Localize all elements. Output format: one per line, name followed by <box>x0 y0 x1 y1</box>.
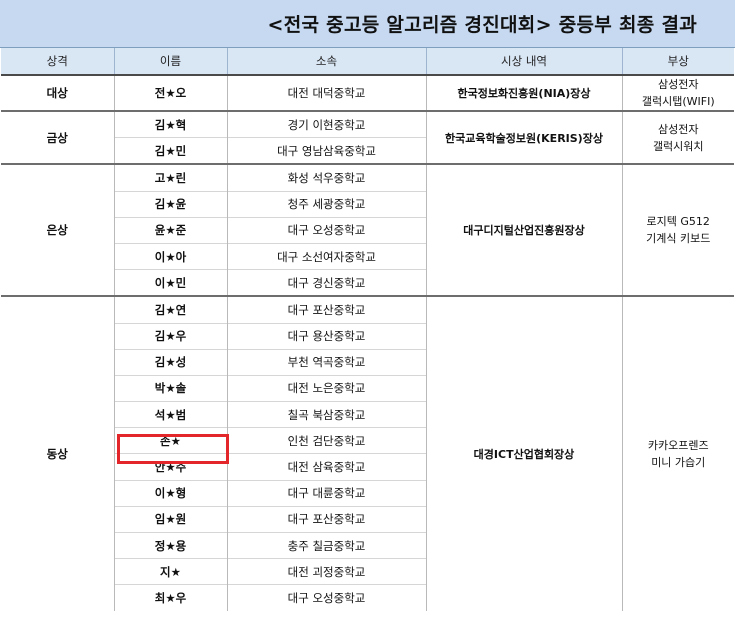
gift-line: 삼성전자 <box>658 122 699 136</box>
name-cell: 지★ <box>113 558 227 585</box>
table-header-row: 상격 이름 소속 시상 내역 부상 <box>1 48 734 76</box>
header-school: 소속 <box>226 48 426 76</box>
header-gift: 부상 <box>621 48 734 76</box>
school-cell: 대전 노은중학교 <box>226 374 426 402</box>
school-cell: 대전 삼육중학교 <box>226 453 426 481</box>
name-cell: 김★연 <box>113 295 227 323</box>
name-cell: 이★민 <box>113 269 227 297</box>
name-cell: 김★윤 <box>113 190 227 218</box>
gift-line: 기계식 키보드 <box>646 232 711 246</box>
school-cell: 대구 영남삼육중학교 <box>226 137 426 165</box>
table-row: 금상 김★혁 경기 이현중학교 한국교육학술정보원(KERIS)장상 삼성전자 갤럭시워치 <box>1 109 734 165</box>
prize-cell: 동상 <box>1 295 114 611</box>
school-cell: 대구 오성중학교 <box>226 216 426 244</box>
table-row: 대상 전★오 대전 대덕중학교 한국정보화진흥원(NIA)장상 삼성전자 갤럭시탭(WIF… <box>1 74 734 111</box>
school-cell: 청주 세광중학교 <box>226 190 426 218</box>
prize-cell: 은상 <box>1 163 114 297</box>
school-cell: 화성 석우중학교 <box>226 163 426 192</box>
table-row: 동상 김★연 대구 포산중학교 대경ICT산업협회장상 카카오프렌즈 미니 가습기 <box>1 295 734 611</box>
school-cell: 충주 칠금중학교 <box>226 531 426 559</box>
header-prize: 상격 <box>1 48 114 76</box>
school-cell: 대전 괴정중학교 <box>226 558 426 585</box>
gift-line: 로지텍 G512 <box>646 215 710 229</box>
school-cell: 대전 대덕중학교 <box>226 74 426 111</box>
award-cell: 대구디지털산업진흥원장상 <box>425 163 622 297</box>
award-cell: 한국정보화진흥원(NIA)장상 <box>425 74 622 111</box>
results-table: 상격 이름 소속 시상 내역 부상 대상 전★오 대전 대덕중학교 한국정보화진흥원(… <box>1 48 734 611</box>
name-cell: 임★원 <box>113 505 227 533</box>
name-cell: 김★혁 <box>113 110 227 138</box>
name-cell: 이★형 <box>113 479 227 507</box>
table-body: 대상 전★오 대전 대덕중학교 한국정보화진흥원(NIA)장상 삼성전자 갤럭시탭(WIF… <box>1 74 734 611</box>
school-cell: 대구 용산중학교 <box>226 322 426 350</box>
school-cell: 대구 포산중학교 <box>226 505 426 533</box>
gift-line: 갤럭시워치 <box>652 139 704 153</box>
prize-cell: 금상 <box>1 109 114 165</box>
gift-line: 갤럭시탭(WIFI) <box>641 95 715 108</box>
school-cell: 대구 소선여자중학교 <box>226 242 426 270</box>
award-cell: 대경ICT산업협회장상 <box>425 295 622 611</box>
school-cell: 대구 오성중학교 <box>226 584 426 611</box>
name-cell-highlighted: 손★ <box>113 427 227 454</box>
gift-cell: 로지텍 G512 기계식 키보드 <box>621 163 734 297</box>
title-bar: <전국 중고등 알고리즘 경진대회> 중등부 최종 결과 <box>0 0 735 48</box>
school-cell: 대구 경신중학교 <box>226 269 426 297</box>
name-cell: 최★우 <box>113 584 227 611</box>
name-cell: 김★우 <box>113 322 227 350</box>
gift-cell: 삼성전자갤럭시워치 <box>621 109 734 165</box>
gift-cell: 삼성전자갤럭시탭(WIFI) <box>621 74 734 111</box>
gift-line: 카카오프렌즈 <box>647 438 709 452</box>
name-cell: 박★솔 <box>113 374 227 402</box>
school-cell: 칠곡 북삼중학교 <box>226 401 426 428</box>
name-cell: 정★용 <box>113 531 227 559</box>
gift-cell: 카카오프렌즈미니 가습기 <box>621 295 734 611</box>
gift-line: 미니 가습기 <box>651 455 706 469</box>
name-cell: 석★범 <box>113 401 227 428</box>
name-cell: 이★아 <box>113 242 227 270</box>
name-cell: 고★린 <box>113 163 227 192</box>
name-cell: 안★주 <box>113 453 227 481</box>
school-cell: 인천 검단중학교 <box>226 427 426 454</box>
header-name: 이름 <box>113 48 227 76</box>
school-cell: 경기 이현중학교 <box>226 110 426 138</box>
header-award: 시상 내역 <box>425 48 622 76</box>
school-cell: 부천 역곡중학교 <box>226 348 426 376</box>
prize-cell: 대상 <box>1 74 114 111</box>
school-cell: 대구 포산중학교 <box>226 295 426 323</box>
name-cell: 김★민 <box>113 137 227 165</box>
results-page: <전국 중고등 알고리즘 경진대회> 중등부 최종 결과 상격 이름 소속 시상… <box>0 0 735 619</box>
school-cell: 대구 대륜중학교 <box>226 479 426 507</box>
name-cell: 윤★준 <box>113 216 227 244</box>
page-title: <전국 중고등 알고리즘 경진대회> 중등부 최종 결과 <box>267 14 697 36</box>
award-cell: 한국교육학술정보원(KERIS)장상 <box>425 109 622 165</box>
table-row: 은상 고★린 화성 석우중학교 대구디지털산업진흥원장상 로지텍 G512 기계식 키보드 <box>1 163 734 297</box>
name-cell: 전★오 <box>113 74 227 111</box>
gift-line: 삼성전자 <box>658 78 699 91</box>
name-cell: 김★성 <box>113 348 227 376</box>
